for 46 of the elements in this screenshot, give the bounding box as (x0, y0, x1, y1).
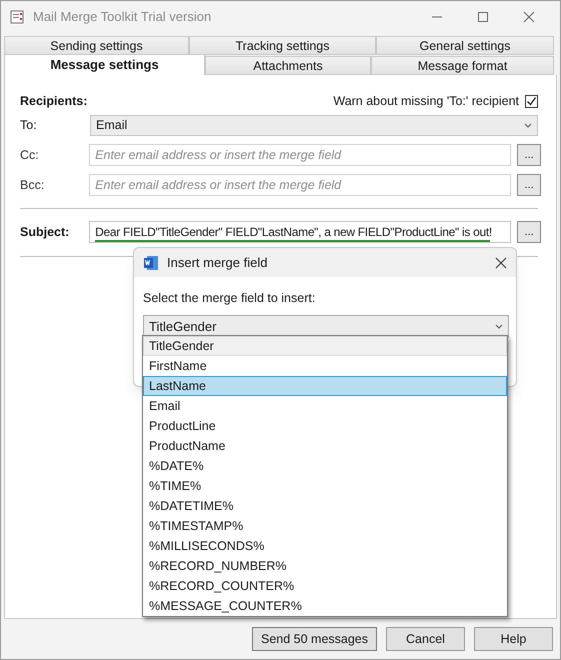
browse-button[interactable]: ... (517, 221, 541, 243)
check-icon (526, 96, 537, 106)
list-item[interactable]: %DATE% (143, 456, 507, 476)
list-item[interactable]: FirstName (143, 356, 507, 376)
prompt-label: Select the merge field to insert: (143, 290, 316, 305)
chevron-icon (524, 123, 532, 128)
warn-checkbox[interactable] (525, 94, 538, 108)
cc-label: Cc: (20, 146, 40, 164)
tab[interactable]: General settings (376, 36, 554, 55)
warn-label: Warn about missing 'To:' recipient (333, 92, 519, 110)
to-dropdown[interactable]: Email (90, 115, 538, 136)
list-item[interactable]: ProductName (143, 436, 507, 456)
send-button[interactable]: Send 50 messages (252, 627, 377, 651)
list-item[interactable]: LastName (143, 376, 507, 396)
list-item[interactable]: %TIMESTAMP% (143, 516, 507, 536)
to-label: To: (20, 117, 38, 134)
browse-button[interactable]: ... (517, 144, 541, 166)
list-item[interactable]: %RECORD_COUNTER% (143, 576, 507, 596)
list-item[interactable]: ProductLine (143, 416, 507, 436)
browse-button[interactable]: ... (517, 174, 541, 196)
subject-label: Subject: (20, 224, 70, 241)
subject-field[interactable]: Dear FIELD"TitleGender" FIELD"LastName", a new FIELD"ProductLine" is out! (89, 221, 512, 243)
list-item[interactable]: %MILLISECONDS% (143, 536, 507, 556)
dialog-title: Insert merge field (167, 254, 268, 272)
tab[interactable]: Sending settings (4, 36, 189, 55)
document-icon (143, 254, 159, 270)
recipients-label: Recipients: (20, 92, 88, 110)
window-title: Mail Merge Toolkit Trial version (33, 8, 212, 26)
list-item[interactable]: %MESSAGE_COUNTER% (143, 596, 507, 616)
list-item[interactable]: %RECORD_NUMBER% (143, 556, 507, 576)
tab[interactable]: Message settings (4, 54, 205, 75)
list-item[interactable]: TitleGender (143, 336, 507, 356)
list-item[interactable]: Email (143, 396, 507, 416)
tab[interactable]: Tracking settings (189, 36, 376, 55)
tab[interactable]: Attachments (205, 56, 371, 75)
email-field[interactable]: Enter email address or insert the merge field (89, 144, 512, 166)
chevron-icon (495, 324, 503, 329)
cancel-button[interactable]: Cancel (386, 627, 465, 651)
list-item[interactable]: %TIME% (143, 476, 507, 496)
tab[interactable]: Message format (371, 56, 554, 75)
email-field[interactable]: Enter email address or insert the merge field (89, 174, 512, 196)
bcc-label: Bcc: (20, 176, 46, 194)
help-button[interactable]: Help (474, 627, 553, 651)
list-item[interactable]: %DATETIME% (143, 496, 507, 516)
close-icon[interactable] (495, 256, 507, 268)
app-icon (9, 9, 25, 25)
